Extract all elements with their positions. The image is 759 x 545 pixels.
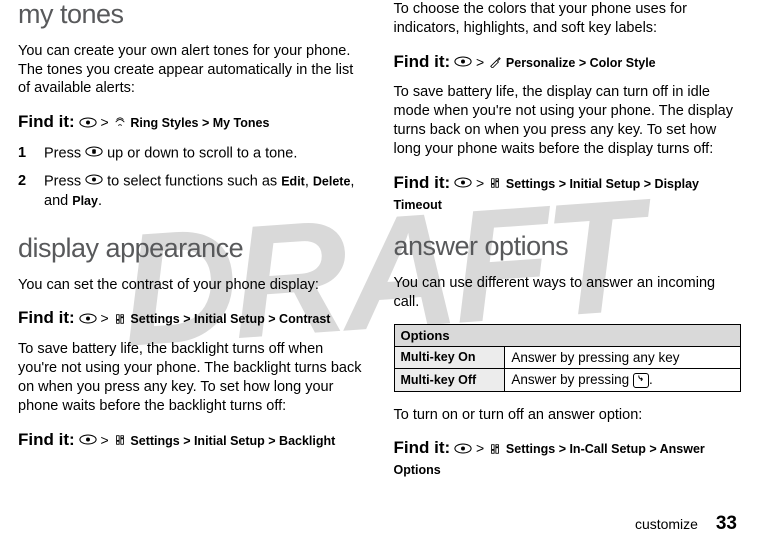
table-row: Multi-key On Answer by pressing any key — [394, 346, 741, 368]
body-text: You can create your own alert tones for … — [18, 42, 366, 99]
find-it-path: Settings > Initial Setup > Contrast — [130, 312, 330, 326]
section-name: customize — [635, 516, 698, 532]
ring-styles-icon — [113, 114, 127, 134]
body-text: To save battery life, the display can tu… — [394, 83, 742, 158]
settings-icon — [488, 440, 502, 460]
nav-key-icon — [454, 440, 472, 460]
path-separator: > — [100, 432, 112, 448]
text-fragment: to select functions such as — [103, 174, 281, 190]
text-fragment: Press — [44, 146, 85, 162]
send-key-icon — [633, 373, 649, 388]
option-key: Multi-key Off — [394, 368, 505, 391]
body-text: You can use different ways to answer an … — [394, 274, 742, 312]
right-column: To choose the colors that your phone use… — [394, 0, 742, 490]
heading-answer-options: answer options — [394, 232, 742, 262]
step-number: 1 — [18, 144, 30, 164]
step-text: Press up or down to scroll to a tone. — [44, 144, 297, 164]
heading-display-appearance: display appearance — [18, 234, 366, 264]
body-text: You can set the contrast of your phone d… — [18, 276, 366, 295]
find-it-path: Ring Styles > My Tones — [130, 116, 269, 130]
text-fragment: . — [98, 193, 102, 209]
heading-my-tones: my tones — [18, 0, 366, 30]
find-it-path: Personalize > Color Style — [506, 56, 656, 70]
path-separator: > — [100, 114, 112, 130]
path-separator: > — [100, 310, 112, 326]
table-row: Multi-key Off Answer by pressing . — [394, 368, 741, 391]
find-it-line: Find it: > Ring Styles > My Tones — [18, 110, 366, 134]
path-separator: > — [476, 175, 488, 191]
option-value: Answer by pressing . — [505, 368, 741, 391]
find-it-path: Settings > Initial Setup > Backlight — [130, 434, 335, 448]
options-table: Options Multi-key On Answer by pressing … — [394, 324, 742, 392]
body-text: To choose the colors that your phone use… — [394, 0, 742, 38]
find-it-label: Find it: — [394, 52, 451, 71]
option-value: Answer by pressing any key — [505, 346, 741, 368]
nav-key-icon — [454, 53, 472, 73]
text-fragment: Answer by pressing — [511, 372, 633, 387]
personalize-icon — [488, 53, 502, 73]
find-it-label: Find it: — [18, 308, 75, 327]
path-separator: > — [476, 440, 488, 456]
step-1: 1 Press up or down to scroll to a tone. — [18, 144, 366, 164]
text-fragment: . — [649, 372, 653, 387]
find-it-line: Find it: > Settings > Initial Setup > Co… — [18, 306, 366, 330]
nav-key-icon — [85, 144, 103, 164]
option-key: Multi-key On — [394, 346, 505, 368]
find-it-line: Find it: > Settings > Initial Setup > Ba… — [18, 428, 366, 452]
step-2: 2 Press to select functions such as Edit… — [18, 172, 366, 212]
body-text: To save battery life, the backlight turn… — [18, 340, 366, 415]
settings-icon — [113, 310, 127, 330]
text-fragment: Press — [44, 174, 85, 190]
find-it-label: Find it: — [394, 438, 451, 457]
find-it-line: Find it: > Personalize > Color Style — [394, 50, 742, 74]
text-fragment: up or down to scroll to a tone. — [103, 146, 297, 162]
find-it-label: Find it: — [394, 173, 451, 192]
left-column: my tones You can create your own alert t… — [18, 0, 366, 490]
step-text: Press to select functions such as Edit, … — [44, 172, 366, 212]
menu-option-edit: Edit — [281, 175, 305, 189]
settings-icon — [113, 431, 127, 451]
path-separator: > — [476, 54, 488, 70]
find-it-line: Find it: > Settings > In-Call Setup > An… — [394, 436, 742, 479]
nav-key-icon — [454, 174, 472, 194]
settings-icon — [488, 174, 502, 194]
text-fragment: , — [305, 174, 313, 190]
body-text: To turn on or turn off an answer option: — [394, 406, 742, 425]
page-footer: customize 33 — [635, 513, 737, 535]
table-header: Options — [394, 324, 741, 346]
nav-key-icon — [79, 310, 97, 330]
table-header-row: Options — [394, 324, 741, 346]
nav-key-icon — [79, 431, 97, 451]
find-it-label: Find it: — [18, 430, 75, 449]
page-content: my tones You can create your own alert t… — [0, 0, 759, 490]
nav-key-icon — [79, 114, 97, 134]
find-it-line: Find it: > Settings > Initial Setup > Di… — [394, 171, 742, 214]
menu-option-delete: Delete — [313, 175, 351, 189]
step-number: 2 — [18, 172, 30, 212]
page-number: 33 — [716, 513, 737, 534]
find-it-label: Find it: — [18, 112, 75, 131]
nav-key-icon — [85, 172, 103, 192]
menu-option-play: Play — [72, 194, 98, 208]
